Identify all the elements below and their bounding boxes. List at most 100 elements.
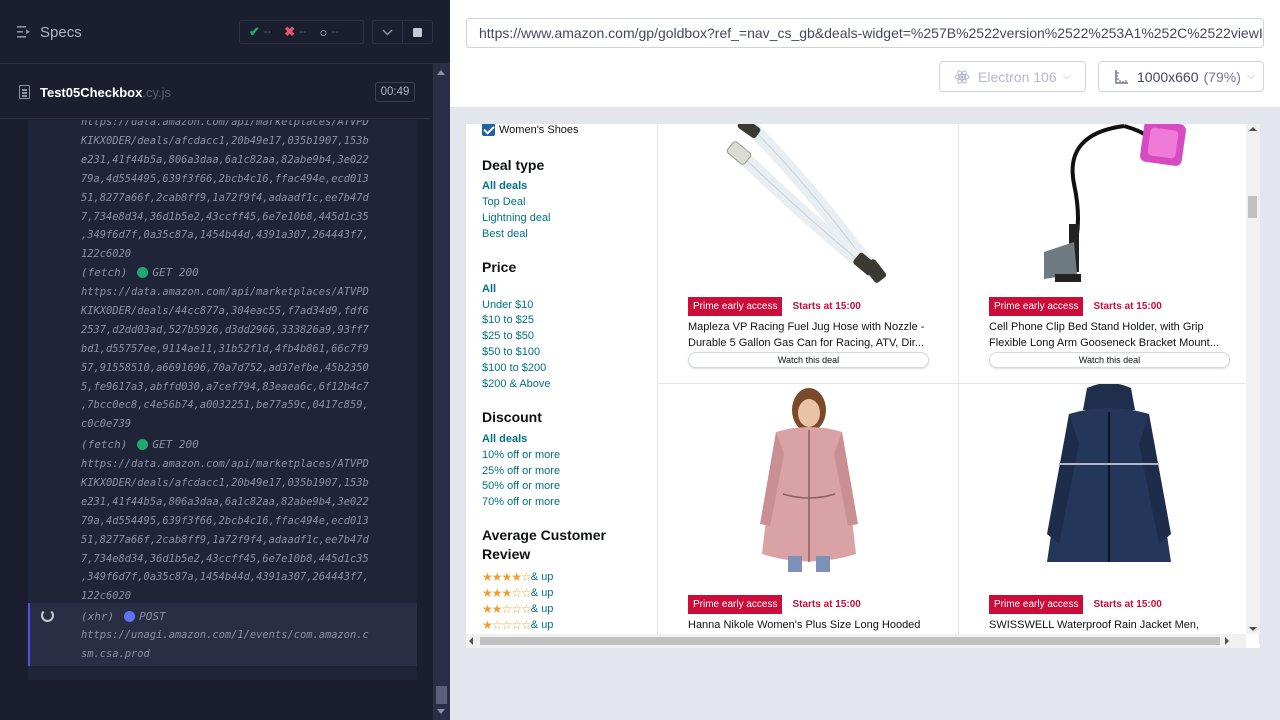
price-50-100[interactable]: $50 to $100 xyxy=(482,345,540,360)
run-controls xyxy=(372,20,433,44)
deal-type-lightning[interactable]: Lightning deal xyxy=(482,211,551,226)
aut-header: https://www.amazon.com/gp/goldbox?ref_=n… xyxy=(450,0,1280,107)
specs-header: Specs ✔ -- ✖ -- ○ -- xyxy=(0,0,450,64)
browser-selector[interactable]: Electron 106 ⌵ xyxy=(939,61,1086,92)
prime-early-access-badge: Prime early access xyxy=(688,595,783,614)
product-image[interactable] xyxy=(658,124,958,294)
price-heading: Price xyxy=(482,259,517,275)
discount-70[interactable]: 70% off or more xyxy=(482,495,560,510)
price-all[interactable]: All xyxy=(482,282,496,297)
specs-list-icon[interactable] xyxy=(17,26,31,38)
deal-card[interactable]: Prime early access Starts at 15:00 Cell … xyxy=(959,124,1260,384)
scrollbar-thumb[interactable] xyxy=(436,686,447,704)
scroll-up-arrow-icon[interactable] xyxy=(437,70,445,75)
deal-badge-row: Prime early access Starts at 15:00 xyxy=(989,595,1162,614)
scroll-up-arrow-icon[interactable] xyxy=(1249,127,1257,131)
rating-3-up[interactable]: ★★★☆☆ & up xyxy=(482,585,553,600)
log-url-block-3[interactable]: https://data.amazon.com/api/marketplaces… xyxy=(81,455,417,606)
deal-badge-row: Prime early access Starts at 15:00 xyxy=(688,595,861,614)
deal-type-best[interactable]: Best deal xyxy=(482,227,528,242)
fetch-log-header-2[interactable]: (fetch) GET 200 xyxy=(81,435,199,454)
product-image[interactable] xyxy=(658,384,958,574)
viewport-selector[interactable]: 1000x660 (79%) ⌵ xyxy=(1098,61,1264,92)
aut-panel: https://www.amazon.com/gp/goldbox?ref_=n… xyxy=(450,0,1280,720)
log-method: GET 200 xyxy=(152,438,199,451)
page-horizontal-scrollbar[interactable] xyxy=(466,634,1246,648)
aut-iframe: Women's Shoes Deal type All deals Top De… xyxy=(466,124,1260,648)
checked-checkbox-icon[interactable] xyxy=(482,124,495,136)
scrollbar-thumb[interactable] xyxy=(1248,196,1257,218)
checkbox-label: Women's Shoes xyxy=(499,124,579,136)
log-url-block-2[interactable]: https://data.amazon.com/api/marketplaces… xyxy=(81,283,417,434)
deals-filters: Women's Shoes Deal type All deals Top De… xyxy=(466,124,658,648)
test-stats: ✔ -- ✖ -- ○ -- xyxy=(239,20,364,44)
product-image[interactable] xyxy=(959,124,1259,294)
prime-early-access-badge: Prime early access xyxy=(989,297,1084,316)
stop-button[interactable] xyxy=(402,21,432,43)
passed-count: -- xyxy=(263,26,272,38)
watch-deal-button[interactable]: Watch this deal xyxy=(989,352,1230,368)
pending-count: -- xyxy=(331,26,339,38)
rating-4-up[interactable]: ★★★★☆ & up xyxy=(482,569,553,584)
deals-grid: Prime early access Starts at 15:00 Maple… xyxy=(658,124,1260,644)
log-type: (xhr) xyxy=(81,610,115,623)
url-bar[interactable]: https://www.amazon.com/gp/goldbox?ref_=n… xyxy=(466,18,1264,48)
star-rating-icon: ★★★☆☆ xyxy=(482,585,532,600)
prime-early-access-badge: Prime early access xyxy=(688,297,783,316)
specs-title[interactable]: Specs xyxy=(40,24,82,41)
product-image[interactable] xyxy=(959,384,1259,574)
deal-type-heading: Deal type xyxy=(482,157,545,173)
deal-badge-row: Prime early access Starts at 15:00 xyxy=(688,297,861,316)
scroll-down-arrow-icon[interactable] xyxy=(437,709,445,714)
deal-card[interactable]: Prime early access Starts at 15:00 SWISS… xyxy=(959,384,1260,644)
log-method: POST xyxy=(139,610,166,623)
deal-card[interactable]: Prime early access Starts at 15:00 Hanna… xyxy=(658,384,959,644)
product-title[interactable]: SWISSWELL Waterproof Rain Jacket Men, xyxy=(989,617,1233,633)
star-rating-icon: ★☆☆☆☆ xyxy=(482,617,532,632)
electron-icon xyxy=(954,69,970,84)
discount-50[interactable]: 50% off or more xyxy=(482,479,560,494)
passed-stat: ✔ -- xyxy=(249,24,271,40)
price-200-above[interactable]: $200 & Above xyxy=(482,377,551,392)
chevron-down-icon: ⌵ xyxy=(1062,70,1071,82)
deal-card[interactable]: Prime early access Starts at 15:00 Maple… xyxy=(658,124,959,384)
log-type: (fetch) xyxy=(81,266,128,279)
product-title[interactable]: Cell Phone Clip Bed Stand Holder, with G… xyxy=(989,319,1233,351)
pending-xhr-row[interactable]: (xhr) POST https://unagi.amazon.com/1/ev… xyxy=(28,603,417,666)
scrollbar-thumb[interactable] xyxy=(480,637,1220,645)
price-under-10[interactable]: Under $10 xyxy=(482,298,533,313)
status-blue-dot-icon xyxy=(124,611,136,622)
collapse-button[interactable] xyxy=(373,21,402,43)
spec-file-name: Test05Checkbox.cy.js xyxy=(40,85,172,100)
discount-25[interactable]: 25% off or more xyxy=(482,464,560,479)
rating-1-up[interactable]: ★☆☆☆☆ & up xyxy=(482,617,553,632)
chevron-down-icon xyxy=(382,28,393,36)
discount-heading: Discount xyxy=(482,409,542,425)
page-vertical-scrollbar[interactable] xyxy=(1246,124,1260,634)
scroll-left-arrow-icon[interactable] xyxy=(469,637,473,645)
discount-10[interactable]: 10% off or more xyxy=(482,448,560,463)
deal-type-all[interactable]: All deals xyxy=(482,179,527,194)
log-type: (fetch) xyxy=(81,438,128,451)
deal-type-top[interactable]: Top Deal xyxy=(482,195,525,210)
watch-deal-button[interactable]: Watch this deal xyxy=(688,352,929,368)
log-url-block-1[interactable]: https://data.amazon.com/api/marketplaces… xyxy=(81,120,417,264)
product-title[interactable]: Hanna Nikole Women's Plus Size Long Hood… xyxy=(688,617,932,633)
price-10-25[interactable]: $10 to $25 xyxy=(482,313,534,328)
loading-spinner-icon xyxy=(41,609,54,622)
price-25-50[interactable]: $25 to $50 xyxy=(482,329,534,344)
scroll-right-arrow-icon[interactable] xyxy=(1225,637,1229,645)
product-title[interactable]: Mapleza VP Racing Fuel Jug Hose with Noz… xyxy=(688,319,932,351)
fetch-log-header-1[interactable]: (fetch) GET 200 xyxy=(81,263,199,282)
spec-file-header[interactable]: Test05Checkbox.cy.js 00:49 xyxy=(0,65,430,119)
discount-all[interactable]: All deals xyxy=(482,432,527,447)
deal-start-time: Starts at 15:00 xyxy=(1093,599,1162,610)
reporter-scrollbar[interactable] xyxy=(433,64,450,720)
xhr-url: https://unagi.amazon.com/1/events/com.am… xyxy=(81,629,369,660)
viewport-size: 1000x660 xyxy=(1137,68,1199,85)
womens-shoes-filter[interactable]: Women's Shoes xyxy=(482,124,579,136)
scroll-down-arrow-icon[interactable] xyxy=(1249,627,1257,631)
rating-2-up[interactable]: ★★☆☆☆ & up xyxy=(482,601,553,616)
price-100-200[interactable]: $100 to $200 xyxy=(482,361,546,376)
chevron-down-icon: ⌵ xyxy=(1246,70,1256,82)
